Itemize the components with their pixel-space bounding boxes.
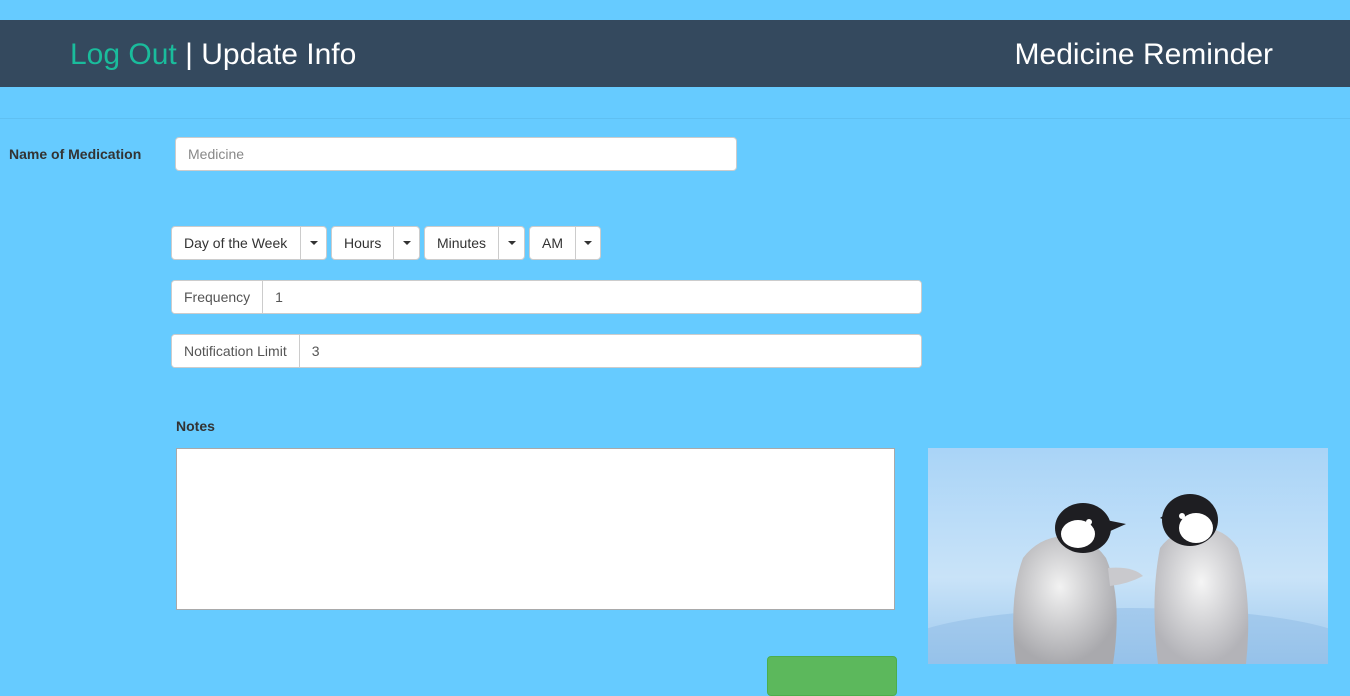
frequency-group: Frequency	[171, 280, 922, 314]
caret-down-icon	[507, 241, 516, 245]
ampm-dropdown[interactable]: AM	[529, 226, 601, 260]
notes-textarea[interactable]	[176, 448, 895, 610]
caret-down-icon	[402, 241, 411, 245]
hours-toggle[interactable]	[393, 227, 419, 259]
minutes-label: Minutes	[437, 235, 487, 251]
ampm-label: AM	[542, 235, 563, 251]
notification-limit-label: Notification Limit	[172, 335, 300, 367]
day-of-week-label: Day of the Week	[184, 235, 288, 251]
nav-links: Log Out | Update Info	[70, 20, 356, 87]
medication-label: Name of Medication	[9, 146, 142, 162]
frequency-input[interactable]	[263, 281, 921, 313]
hours-label: Hours	[344, 235, 382, 251]
penguins-image	[928, 448, 1328, 664]
caret-down-icon	[309, 241, 318, 245]
nav-separator: |	[176, 38, 202, 71]
minutes-toggle[interactable]	[498, 227, 524, 259]
ampm-toggle[interactable]	[575, 227, 600, 259]
day-of-week-dropdown[interactable]: Day of the Week	[171, 226, 327, 260]
app-title: Medicine Reminder	[1014, 38, 1273, 71]
submit-button[interactable]	[767, 656, 897, 696]
caret-down-icon	[584, 241, 592, 245]
divider	[0, 118, 1350, 119]
notification-limit-input[interactable]	[299, 335, 921, 367]
logout-link[interactable]: Log Out	[70, 38, 177, 71]
notification-limit-group: Notification Limit	[171, 334, 922, 368]
frequency-label: Frequency	[172, 281, 264, 313]
update-info-link[interactable]: Update Info	[201, 38, 356, 71]
top-navbar: Log Out | Update Info Medicine Reminder	[0, 20, 1350, 87]
minutes-dropdown[interactable]: Minutes	[424, 226, 525, 260]
day-of-week-toggle[interactable]	[300, 227, 326, 259]
hours-dropdown[interactable]: Hours	[331, 226, 420, 260]
medication-name-input[interactable]	[175, 137, 737, 171]
notes-label: Notes	[176, 418, 215, 434]
